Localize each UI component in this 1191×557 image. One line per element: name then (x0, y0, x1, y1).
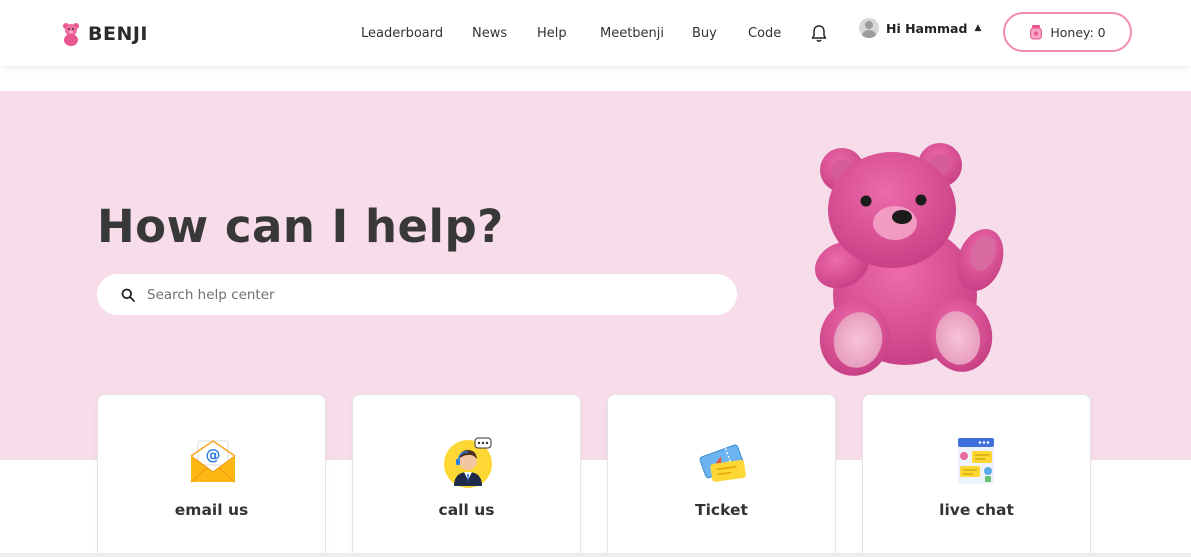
ticket-card[interactable]: Ticket (607, 394, 836, 557)
page-title: How can I help? (97, 200, 504, 253)
brand-logo[interactable]: BENJI (62, 22, 148, 46)
card-label: call us (438, 501, 495, 519)
call-agent-icon (444, 437, 492, 488)
nav-item-buy[interactable]: Buy (692, 26, 717, 41)
nav-item-code[interactable]: Code (748, 26, 781, 41)
honey-button[interactable]: Honey: 0 (1003, 12, 1132, 52)
page-bottom-edge (0, 553, 1191, 557)
nav-item-leaderboard[interactable]: Leaderboard (361, 26, 443, 41)
search-input[interactable] (147, 286, 707, 303)
user-greeting: Hi Hammad (886, 20, 968, 36)
teddy-bear-illustration (814, 143, 1004, 376)
avatar (859, 18, 879, 38)
live-chat-icon (958, 438, 994, 484)
live-chat-card[interactable]: live chat (862, 394, 1091, 557)
email-icon: @ (190, 440, 236, 483)
honey-jar-icon (1030, 25, 1043, 40)
card-label: email us (174, 501, 249, 519)
search-icon (121, 288, 135, 302)
card-label: live chat (939, 501, 1014, 519)
call-us-card[interactable]: call us (352, 394, 581, 557)
brand-name: BENJI (88, 23, 149, 45)
card-label: Ticket (695, 501, 748, 519)
email-us-card[interactable]: @ email us (97, 394, 326, 557)
ticket-icon (699, 444, 746, 482)
contact-options: @ email us call us Ticket live chat (0, 394, 1191, 557)
nav-item-meetbenji[interactable]: Meetbenji (600, 26, 664, 41)
user-menu[interactable]: Hi Hammad ▲ (859, 18, 981, 38)
search-bar[interactable] (97, 274, 737, 315)
nav-item-help[interactable]: Help (537, 26, 567, 41)
top-navbar: BENJI Leaderboard News Help Meetbenji Bu… (0, 0, 1191, 66)
caret-up-icon: ▲ (974, 23, 982, 33)
bear-icon (63, 23, 79, 46)
honey-balance: Honey: 0 (1050, 24, 1106, 40)
bell-icon[interactable] (810, 24, 828, 44)
svg-text:@: @ (206, 446, 221, 464)
nav-item-news[interactable]: News (472, 26, 507, 41)
